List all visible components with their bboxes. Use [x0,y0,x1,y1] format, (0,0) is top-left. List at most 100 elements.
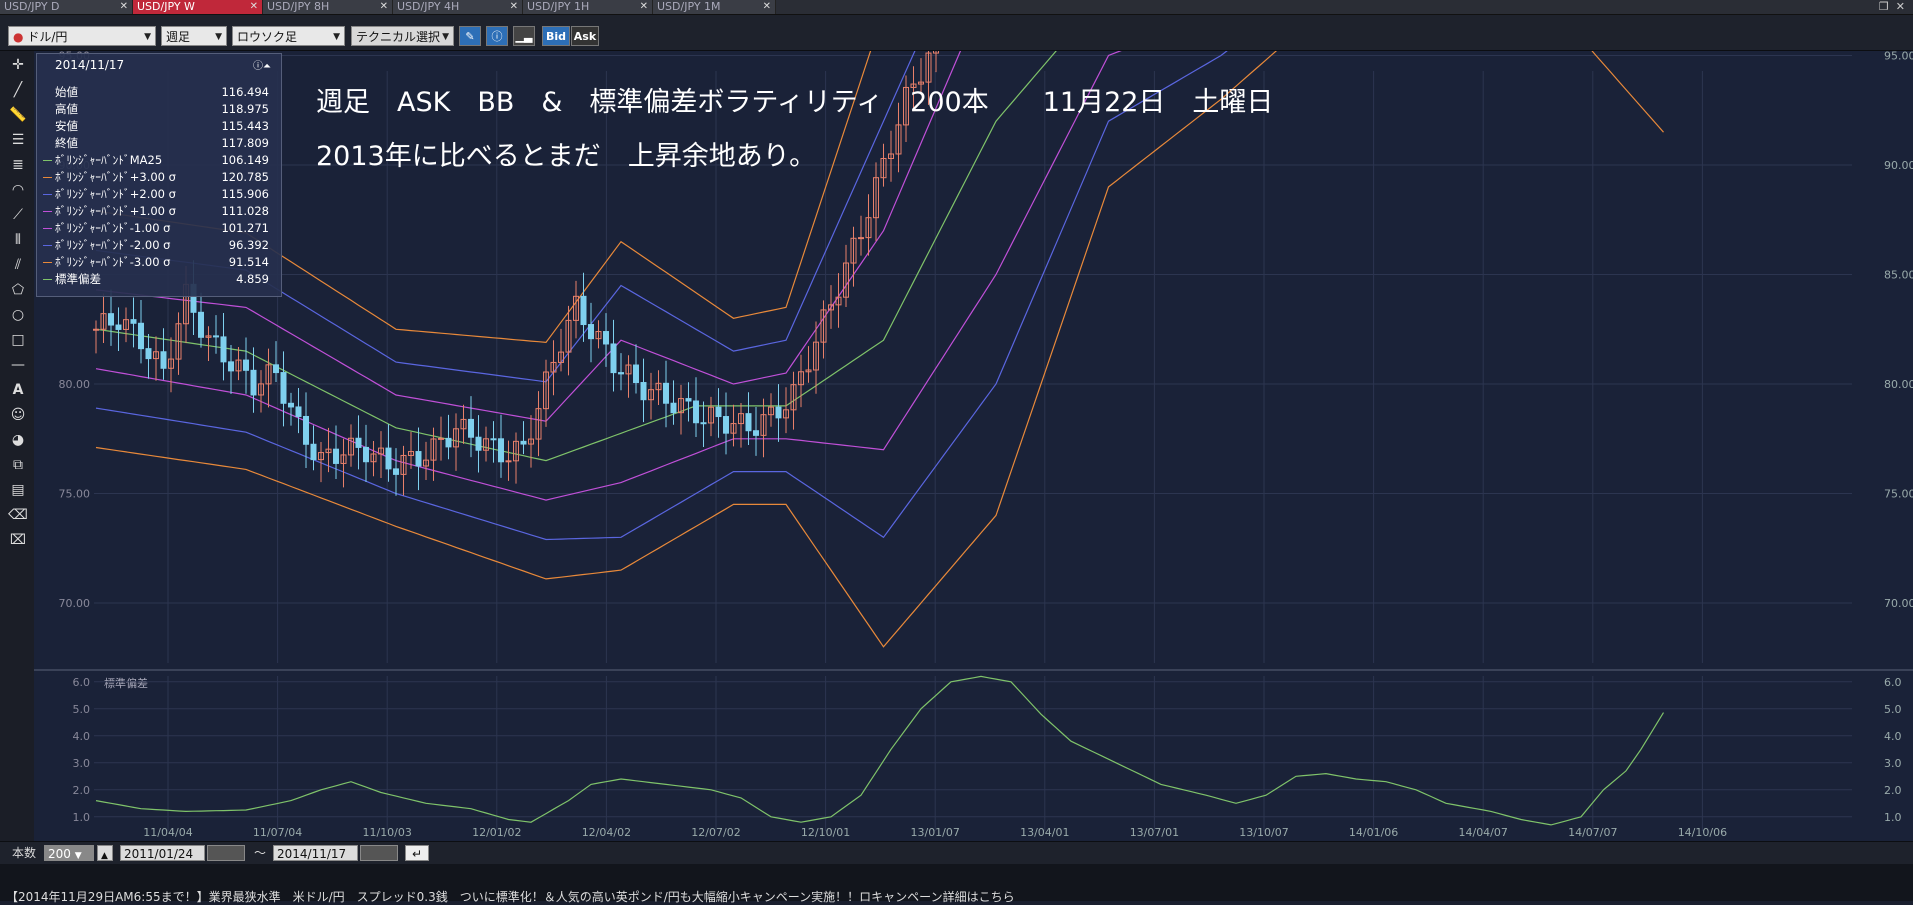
tab-usdjpy-1m[interactable]: USD/JPY 1M✕ [653,0,776,14]
ask-button[interactable]: Ask [571,26,599,46]
trendline-icon[interactable]: ╱ [8,80,28,100]
close-icon[interactable]: ✕ [510,0,518,14]
rectangle-icon[interactable]: □ [8,330,28,350]
arc-icon[interactable]: ◠ [8,180,28,200]
end-time-field[interactable] [360,845,398,861]
paint-icon[interactable]: ◕ [8,430,28,450]
toolbar: ● ドル/円▼ 週足▼ ロウソク足▼ テクニカル選択▼ ✎ ⓘ ▁▃ Bid A… [0,15,1913,51]
info-row-value: 91.514 [229,254,269,271]
info-row-value: 117.809 [221,135,269,152]
close-icon[interactable]: ✕ [250,0,258,14]
std-tick-label: 1.0 [1884,811,1902,824]
info-row: 高値118.975 [43,101,269,118]
close-icon[interactable]: ✕ [640,0,648,14]
candle-body [296,407,301,417]
chevron-down-icon: ▼ [144,27,151,47]
candle-body [746,414,751,431]
candle-body [94,329,99,330]
x-tick-label: 13/01/07 [910,826,959,839]
polygon-icon[interactable]: ⬠ [8,280,28,300]
y-tick-label-left: 70.00 [59,597,91,610]
start-time-field[interactable] [207,845,245,861]
end-date-field[interactable]: 2014/11/17 [273,845,358,861]
start-date-field[interactable]: 2011/01/24 [120,845,205,861]
info-icon: ⓘ [492,30,503,43]
pitchfork-icon[interactable]: ⫽ [8,255,28,275]
std-tick-label: 2.0 [1884,784,1902,797]
candle-body [694,401,699,423]
info-row-label: ﾎﾞﾘﾝｼﾞｬｰﾊﾞﾝﾄﾞ-3.00 σ [55,254,170,271]
horizontal-lines-icon[interactable]: ☰ [8,130,28,150]
candle-body [416,452,421,466]
info-row-value: 115.443 [221,118,269,135]
count-up-button[interactable]: ▲ [97,845,113,861]
tab-usdjpy-1h[interactable]: USD/JPY 1H✕ [523,0,653,14]
fibonacci-icon[interactable]: ≣ [8,155,28,175]
info-row: ﾎﾞﾘﾝｼﾞｬｰﾊﾞﾝﾄﾞ+2.00 σ115.906 [43,186,269,203]
pair-select[interactable]: ● ドル/円▼ [8,26,156,46]
restore-icon[interactable]: ❐ [1879,0,1889,13]
pencil-button[interactable]: ✎ [459,26,481,46]
chart-type-select[interactable]: ロウソク足▼ [232,26,345,46]
info-toggle-icon[interactable]: ⓘ⏶ [253,57,271,72]
news-ticker[interactable]: 【2014年11月29日AM6:55まで！】業界最狭水準 米ドル/円 スプレッド… [0,864,1913,901]
reset-button[interactable]: ↵ [405,845,429,861]
info-row-label: 始値 [55,84,78,101]
candle-body [686,399,691,401]
tab-usdjpy-4h[interactable]: USD/JPY 4H✕ [393,0,523,14]
candle-body [244,360,249,370]
info-row: 終値117.809 [43,135,269,152]
close-icon[interactable]: ✕ [763,0,771,14]
close-icon[interactable]: ✕ [380,0,388,14]
candle-body [499,439,504,462]
info-row-value: 96.392 [229,237,269,254]
circle-icon[interactable]: ○ [8,305,28,325]
period-select[interactable]: 週足▼ [161,26,227,46]
tab-usdjpy-w[interactable]: USD/JPY W✕ [133,0,263,14]
close-icon[interactable]: ✕ [120,0,128,14]
x-tick-label: 11/04/04 [143,826,192,839]
info-row-label: ﾎﾞﾘﾝｼﾞｬｰﾊﾞﾝﾄﾞ+1.00 σ [55,203,176,220]
std-tick-label-left: 3.0 [73,757,91,770]
info-row-label: ﾎﾞﾘﾝｼﾞｬｰﾊﾞﾝﾄﾞ+3.00 σ [55,169,176,186]
candle-body [611,344,616,373]
chevron-down-icon: ▼ [75,851,82,861]
tab-usdjpy-d[interactable]: USD/JPY D✕ [0,0,133,14]
tab-usdjpy-8h[interactable]: USD/JPY 8H✕ [263,0,393,14]
chart-type-select-label: ロウソク足 [237,30,297,44]
candle-body [146,349,151,359]
bid-button[interactable]: Bid [542,26,570,46]
legend-swatch [43,177,52,178]
candle-body [506,461,511,462]
std-tick-label-left: 6.0 [73,676,91,689]
eraser-icon[interactable]: ⌫ [8,505,28,525]
smiley-icon[interactable]: ☺ [8,405,28,425]
x-tick-label: 13/10/07 [1239,826,1288,839]
count-select[interactable]: 200 ▼ [44,845,94,861]
save-icon[interactable]: ▤ [8,480,28,500]
y-tick-label: 80.00 [1884,378,1913,391]
technical-select[interactable]: テクニカル選択▼ [351,26,454,46]
candle-body [161,352,166,369]
close-window-icon[interactable]: ✕ [1896,0,1905,13]
bottom-bar: 本数 200 ▼ ▲ 2011/01/24 ～ 2014/11/17 ↵ [0,841,1913,864]
window-buttons: ❐ ✕ [1879,0,1905,14]
info-button[interactable]: ⓘ [486,26,508,46]
info-date: 2014/11/17 [55,58,124,72]
candle-body [394,469,399,474]
volume-button[interactable]: ▁▃ [513,26,535,46]
candle-body [304,416,309,444]
text-icon[interactable]: A [8,380,28,400]
vertical-lines-icon[interactable]: ⦀ [8,230,28,250]
fan-icon[interactable]: ⟋ [8,205,28,225]
info-row-label: 高値 [55,101,78,118]
pencil-icon: ✎ [465,30,474,43]
hline-icon[interactable]: — [8,355,28,375]
candle-body [356,438,361,447]
eraser-all-icon[interactable]: ⌧ [8,530,28,550]
copy-icon[interactable]: ⧉ [8,455,28,475]
y-tick-label-left: 75.00 [59,488,91,501]
ruler-icon[interactable]: 📏 [8,105,28,125]
info-row: ﾎﾞﾘﾝｼﾞｬｰﾊﾞﾝﾄﾞ-2.00 σ96.392 [43,237,269,254]
crosshair-icon[interactable]: ✛ [8,55,28,75]
